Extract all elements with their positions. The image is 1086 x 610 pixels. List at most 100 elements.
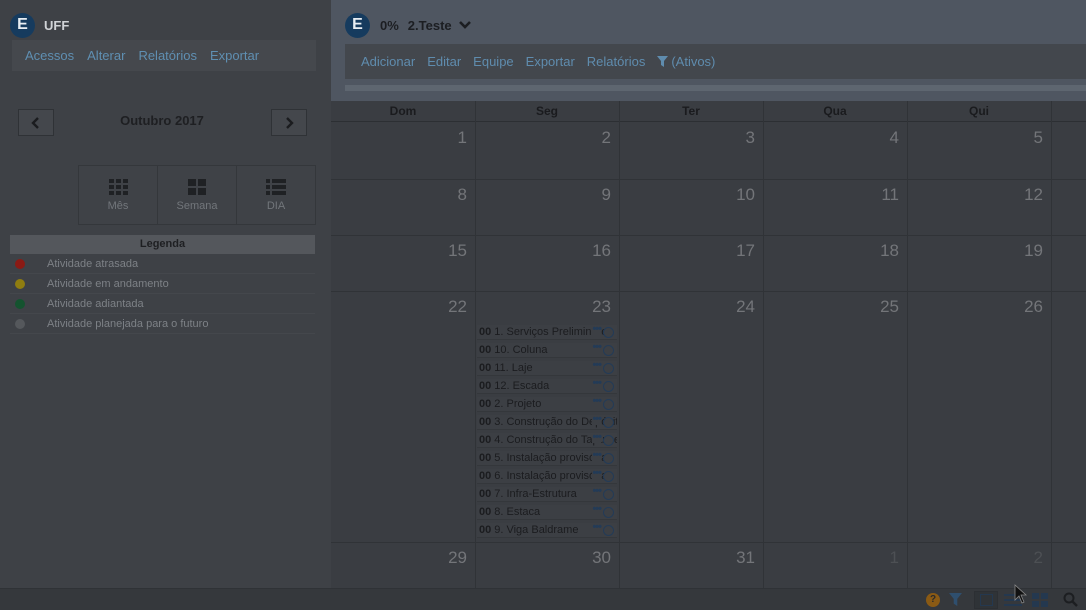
project-header: E 0% 2.Teste Adicionar Editar Equipe Exp… bbox=[331, 0, 1086, 101]
filter-icon[interactable] bbox=[949, 593, 962, 606]
event-percent: 00 bbox=[479, 470, 492, 482]
day-cell[interactable] bbox=[619, 291, 763, 542]
more-options-icon[interactable]: ••• bbox=[592, 325, 602, 335]
view-month-button[interactable]: Mês bbox=[79, 166, 158, 224]
event-title: 5. Instalação provisória bbox=[494, 452, 608, 464]
clock-icon[interactable] bbox=[603, 453, 614, 464]
nav-relatorios[interactable]: Relatórios bbox=[138, 48, 197, 63]
more-options-icon[interactable]: ••• bbox=[592, 505, 602, 515]
next-month-button[interactable] bbox=[271, 109, 307, 136]
toolbar-filter[interactable]: (Ativos) bbox=[657, 54, 715, 69]
org-logo[interactable]: E bbox=[10, 12, 35, 38]
activity-event[interactable]: 00 4. Construção do Tapume ••• bbox=[477, 433, 617, 448]
nav-alterar[interactable]: Alterar bbox=[87, 48, 125, 63]
day-number: 16 bbox=[592, 241, 611, 260]
activity-event[interactable]: 00 7. Infra-Estrutura ••• bbox=[477, 487, 617, 502]
legend: Legenda Atividade atrasada Atividade em … bbox=[10, 235, 315, 334]
more-options-icon[interactable]: ••• bbox=[592, 523, 602, 533]
filter-label: (Ativos) bbox=[671, 54, 716, 69]
event-title: 12. Escada bbox=[494, 380, 550, 392]
more-options-icon[interactable]: ••• bbox=[592, 487, 602, 497]
clock-icon[interactable] bbox=[603, 435, 614, 446]
toolbar-equipe[interactable]: Equipe bbox=[473, 54, 513, 69]
activity-event[interactable]: 00 8. Estaca ••• bbox=[477, 505, 617, 520]
clock-icon[interactable] bbox=[603, 471, 614, 482]
activity-event[interactable]: 00 1. Serviços Preliminares ••• bbox=[477, 325, 617, 340]
weekday-header: Seg bbox=[475, 101, 619, 122]
more-options-icon[interactable]: ••• bbox=[592, 397, 602, 407]
clock-icon[interactable] bbox=[603, 489, 614, 500]
project-logo: E bbox=[345, 12, 370, 38]
month-grid-icon bbox=[108, 178, 128, 195]
activity-event[interactable]: 00 9. Viga Baldrame ••• bbox=[477, 523, 617, 538]
month-title: Outubro 2017 bbox=[120, 113, 204, 128]
more-options-icon[interactable]: ••• bbox=[592, 451, 602, 461]
more-options-icon[interactable]: ••• bbox=[592, 379, 602, 389]
more-options-icon[interactable]: ••• bbox=[592, 361, 602, 371]
nav-exportar[interactable]: Exportar bbox=[210, 48, 259, 63]
clock-icon[interactable] bbox=[603, 381, 614, 392]
day-number: 31 bbox=[736, 548, 755, 567]
clock-icon[interactable] bbox=[603, 507, 614, 518]
toolbar-adicionar[interactable]: Adicionar bbox=[361, 54, 415, 69]
project-selector[interactable]: E 0% 2.Teste bbox=[345, 12, 472, 38]
clock-icon[interactable] bbox=[603, 327, 614, 338]
day-cell[interactable] bbox=[331, 291, 475, 542]
nav-acessos[interactable]: Acessos bbox=[25, 48, 74, 63]
day-number: 18 bbox=[880, 241, 899, 260]
day-number: 2 bbox=[601, 128, 611, 147]
clock-icon[interactable] bbox=[603, 399, 614, 410]
project-name: 2.Teste bbox=[407, 17, 452, 33]
activity-event[interactable]: 00 11. Laje ••• bbox=[477, 361, 617, 376]
calendar-view-button[interactable] bbox=[974, 591, 998, 609]
activity-event[interactable]: 00 12. Escada ••• bbox=[477, 379, 617, 394]
day-cell[interactable] bbox=[907, 291, 1051, 542]
chevron-left-icon bbox=[31, 116, 39, 129]
activity-event[interactable]: 00 3. Construção do Depósito ••• bbox=[477, 415, 617, 430]
activity-event[interactable]: 00 6. Instalação provisória ••• bbox=[477, 469, 617, 484]
toolbar-editar[interactable]: Editar bbox=[427, 54, 461, 69]
event-title: 9. Viga Baldrame bbox=[494, 524, 579, 536]
toolbar-relatorios[interactable]: Relatórios bbox=[587, 54, 646, 69]
view-month-label: Mês bbox=[107, 199, 129, 212]
status-dot-planned bbox=[15, 318, 25, 329]
activity-event[interactable]: 00 10. Coluna ••• bbox=[477, 343, 617, 358]
more-options-icon[interactable]: ••• bbox=[592, 415, 602, 425]
view-week-button[interactable]: Semana bbox=[158, 166, 237, 224]
legend-item: Atividade planejada para o futuro bbox=[10, 314, 315, 334]
more-options-icon[interactable]: ••• bbox=[592, 343, 602, 353]
event-percent: 00 bbox=[479, 326, 492, 338]
month-navigator: Outubro 2017 bbox=[18, 109, 307, 137]
day-cell[interactable] bbox=[763, 291, 907, 542]
day-number: 1 bbox=[889, 548, 899, 567]
activity-event[interactable]: 00 2. Projeto ••• bbox=[477, 397, 617, 412]
toolbar-exportar[interactable]: Exportar bbox=[526, 54, 575, 69]
month-calendar: Dom Seg Ter Qua Qui 1 2 3 4 5 8 9 10 11 12 15 16 17 18 19 22… bbox=[331, 101, 1086, 588]
zoom-icon[interactable] bbox=[1063, 592, 1079, 608]
weekday-header: Dom bbox=[331, 101, 475, 122]
org-name[interactable]: UFF bbox=[44, 18, 69, 33]
clock-icon[interactable] bbox=[603, 363, 614, 374]
weekday-header-partial bbox=[1051, 101, 1086, 122]
event-percent: 00 bbox=[479, 362, 492, 374]
left-panel: E UFF Acessos Alterar Relatórios Exporta… bbox=[0, 0, 331, 588]
filter-icon bbox=[657, 56, 669, 67]
activity-event[interactable]: 00 5. Instalação provisória ••• bbox=[477, 451, 617, 466]
clock-icon[interactable] bbox=[603, 345, 614, 356]
view-week-label: Semana bbox=[176, 199, 218, 212]
day-number: 30 bbox=[592, 548, 611, 567]
clock-icon[interactable] bbox=[603, 525, 614, 536]
more-options-icon[interactable]: ••• bbox=[592, 433, 602, 443]
help-icon[interactable]: ? bbox=[926, 593, 940, 607]
clock-icon[interactable] bbox=[603, 417, 614, 428]
event-percent: 00 bbox=[479, 524, 492, 536]
day-number: 17 bbox=[736, 241, 755, 260]
grid-view-icon[interactable] bbox=[1032, 593, 1048, 607]
chevron-down-icon bbox=[458, 21, 471, 29]
mouse-cursor bbox=[1014, 584, 1028, 604]
view-day-button[interactable]: DIA bbox=[237, 166, 315, 224]
legend-item: Atividade em andamento bbox=[10, 274, 315, 294]
event-title: 11. Laje bbox=[494, 362, 533, 374]
prev-month-button[interactable] bbox=[18, 109, 54, 136]
more-options-icon[interactable]: ••• bbox=[592, 469, 602, 479]
